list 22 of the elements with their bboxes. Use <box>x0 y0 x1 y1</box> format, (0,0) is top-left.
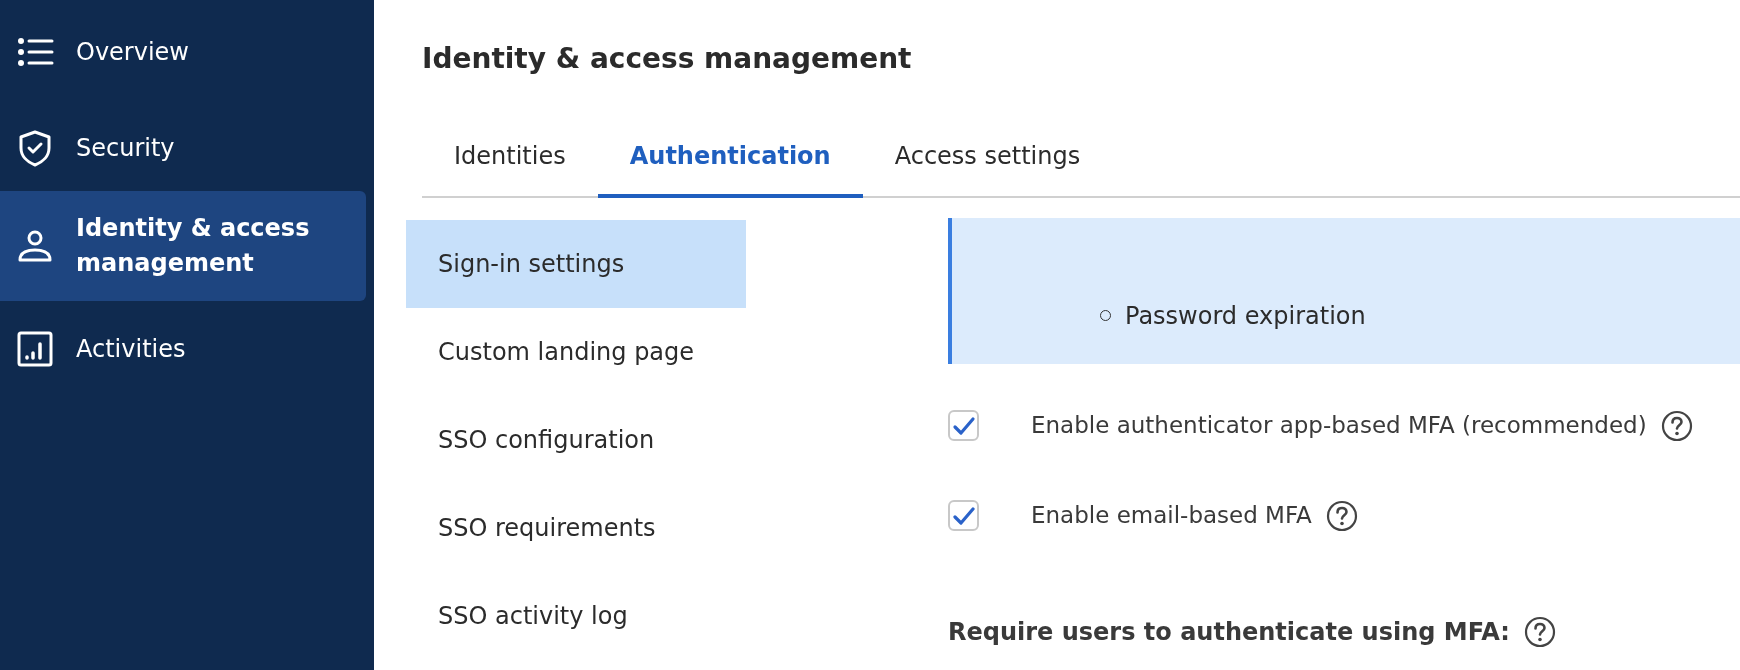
checkbox[interactable] <box>948 500 979 532</box>
sidebar-item[interactable]: Identity & access management <box>0 191 366 301</box>
tab[interactable]: Authentication <box>597 137 863 198</box>
option-label: Enable authenticator app-based MFA (recommended) <box>1031 411 1647 441</box>
page-title: Identity & access management <box>422 42 913 76</box>
checkbox[interactable] <box>948 410 979 442</box>
sidebar-item[interactable]: Activities <box>0 300 366 397</box>
subnav-item[interactable]: Custom landing page <box>406 307 746 396</box>
list-item: Password expiration <box>1125 300 1366 332</box>
sidebar-item[interactable]: Overview <box>0 4 366 100</box>
section-heading: Require users to authenticate using MFA: <box>948 616 1510 648</box>
help-icon[interactable] <box>1523 615 1556 648</box>
subnav-item[interactable]: SSO activity log <box>406 571 746 660</box>
tab[interactable]: Identities <box>422 137 598 198</box>
option-label: Enable email-based MFA <box>1031 501 1312 531</box>
help-icon[interactable] <box>1325 499 1358 532</box>
tab[interactable]: Access settings <box>862 137 1113 198</box>
help-icon[interactable] <box>1660 409 1693 442</box>
subnav-item[interactable]: Sign-in settings <box>406 219 746 308</box>
subnav-item[interactable]: SSO requirements <box>406 483 746 572</box>
subnav-item[interactable]: SSO configuration <box>406 395 746 484</box>
chart-icon <box>16 329 54 368</box>
